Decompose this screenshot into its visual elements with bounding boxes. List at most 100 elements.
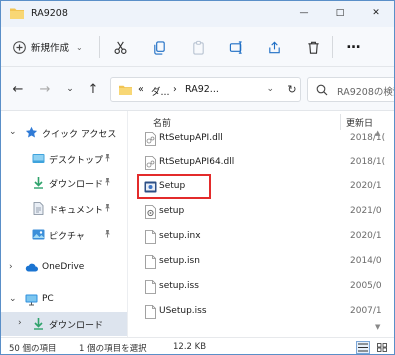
navigation-pane: ⌄ クイック アクセス デスクトップ ダウンロード ドキュメント ピクチャ › … xyxy=(1,111,127,337)
file-row-setup-iss[interactable]: setup.iss 2005/0 xyxy=(128,275,383,299)
status-item-count: 50 個の項目 xyxy=(9,344,57,354)
address-overflow[interactable]: « xyxy=(138,84,144,95)
back-button[interactable]: ← xyxy=(9,80,27,98)
sidebar-item-label: デスクトップ xyxy=(49,156,104,166)
file-date: 2020/1 xyxy=(350,181,382,191)
status-size: 12.2 KB xyxy=(173,342,207,352)
sidebar-item-quick-access[interactable]: ⌄ クイック アクセス xyxy=(1,121,127,145)
chevron-down-icon[interactable]: ⌄ xyxy=(9,294,17,304)
annotation-highlight-box xyxy=(137,174,211,199)
file-date: 2018/1( xyxy=(350,157,386,167)
forward-button[interactable]: → xyxy=(36,80,54,98)
file-row-setup-isn[interactable]: setup.isn 2014/0 xyxy=(128,250,383,274)
blank-file-icon xyxy=(145,305,156,319)
pin-icon[interactable] xyxy=(103,203,112,215)
scroll-up-arrow[interactable]: ▲ xyxy=(375,129,383,137)
file-row-rtsetupapi-dll[interactable]: RtSetupAPI.dll 2018/1( xyxy=(128,127,385,151)
search-box[interactable]: RA9208の検索 xyxy=(307,77,394,102)
refresh-button[interactable]: ↻ xyxy=(284,81,300,97)
toolbar-divider xyxy=(332,36,333,58)
dll-file-icon xyxy=(145,156,156,170)
title-bar: RA9208 — □ ✕ xyxy=(1,1,394,27)
file-name: USetup.iss xyxy=(159,306,207,316)
address-segment-downloads[interactable]: ダ... xyxy=(151,84,170,98)
sidebar-item-pc-downloads[interactable]: › ダウンロード xyxy=(1,312,127,336)
file-date: 2020/1 xyxy=(350,231,382,241)
address-dropdown-icon[interactable]: ⌄ xyxy=(266,84,274,94)
folder-icon xyxy=(10,8,24,19)
window-title: RA9208 xyxy=(31,8,68,19)
navigation-bar: ← → ⌄ ↑ « ダ... › RA92... ⌄ ↻ RA9208の検索 xyxy=(1,67,394,111)
documents-icon xyxy=(33,202,44,215)
sidebar-item-label: クイック アクセス xyxy=(42,130,117,140)
file-row-usetup-iss[interactable]: USetup.iss 2007/1 xyxy=(128,300,383,324)
chevron-down-icon: ⌄ xyxy=(76,42,83,52)
close-button[interactable]: ✕ xyxy=(358,1,394,25)
sidebar-item-documents[interactable]: ドキュメント xyxy=(1,197,127,221)
download-icon xyxy=(34,318,43,330)
recent-locations-button[interactable]: ⌄ xyxy=(61,80,79,98)
up-button[interactable]: ↑ xyxy=(84,80,102,98)
share-icon[interactable] xyxy=(263,37,285,57)
rename-icon[interactable] xyxy=(225,37,247,57)
delete-icon[interactable] xyxy=(302,37,324,57)
blank-file-icon xyxy=(145,255,156,269)
blank-file-icon xyxy=(145,230,156,244)
sidebar-item-label: OneDrive xyxy=(42,262,85,272)
sidebar-item-onedrive[interactable]: › OneDrive xyxy=(1,256,127,280)
sidebar-item-label: ダウンロード xyxy=(49,321,104,331)
file-date: 2007/1 xyxy=(350,306,382,316)
file-row-rtsetupapi64-dll[interactable]: RtSetupAPI64.dll 2018/1( xyxy=(128,151,386,175)
address-segment-ra9208[interactable]: RA92... xyxy=(185,84,219,95)
pictures-icon xyxy=(32,229,45,240)
star-icon xyxy=(25,126,38,138)
chevron-right-icon[interactable]: › xyxy=(18,318,22,328)
new-button-label: 新規作成 xyxy=(31,43,70,54)
details-view-button[interactable] xyxy=(356,341,370,354)
file-name: setup.isn xyxy=(159,256,200,266)
chevron-right-icon[interactable]: › xyxy=(9,262,13,272)
sidebar-item-pictures[interactable]: ピクチャ xyxy=(1,223,127,247)
more-options-button[interactable]: … xyxy=(343,37,365,57)
cut-icon[interactable] xyxy=(109,37,131,57)
plus-icon xyxy=(13,40,26,54)
pc-icon xyxy=(25,294,38,306)
file-name: RtSetupAPI.dll xyxy=(159,133,223,143)
maximize-button[interactable]: □ xyxy=(322,1,358,25)
file-name: setup.iss xyxy=(159,281,199,291)
sidebar-item-label: PC xyxy=(42,294,54,304)
cloud-icon xyxy=(25,263,38,272)
file-date: 2005/0 xyxy=(350,281,382,291)
sidebar-item-downloads[interactable]: ダウンロード xyxy=(1,171,127,195)
paste-icon[interactable] xyxy=(187,37,209,57)
pin-icon[interactable] xyxy=(103,229,112,241)
search-icon xyxy=(316,84,328,96)
file-explorer-window: RA9208 — □ ✕ 新規作成 ⌄ … ← → ⌄ ↑ « ダ... › R… xyxy=(0,0,395,355)
status-bar: 50 個の項目 1 個の項目を選択 12.2 KB xyxy=(1,337,394,354)
large-icons-view-button[interactable] xyxy=(375,341,389,354)
sidebar-item-desktop[interactable]: デスクトップ xyxy=(1,147,127,171)
file-date: 2021/0 xyxy=(350,206,382,216)
chevron-down-icon[interactable]: ⌄ xyxy=(9,127,17,137)
minimize-button[interactable]: — xyxy=(286,1,322,25)
file-row-setup-config[interactable]: setup 2021/0 xyxy=(128,200,383,224)
chevron-right-icon: › xyxy=(173,84,177,95)
file-name: setup xyxy=(159,206,185,216)
status-selection: 1 個の項目を選択 xyxy=(79,344,147,354)
toolbar-divider xyxy=(99,36,100,58)
folder-icon xyxy=(119,85,132,95)
pin-icon[interactable] xyxy=(103,177,112,189)
scroll-down-arrow[interactable]: ▼ xyxy=(375,323,383,331)
search-input[interactable]: RA9208の検索 xyxy=(337,84,394,98)
copy-icon[interactable] xyxy=(148,37,170,57)
new-button[interactable]: 新規作成 ⌄ xyxy=(13,37,83,57)
sidebar-item-pc[interactable]: ⌄ PC xyxy=(1,288,127,312)
sidebar-item-label: ピクチャ xyxy=(49,232,85,242)
pin-icon[interactable] xyxy=(103,153,112,165)
sidebar-item-label: ドキュメント xyxy=(49,206,104,216)
file-date: 2014/0 xyxy=(350,256,382,266)
file-row-setup-inx[interactable]: setup.inx 2020/1 xyxy=(128,225,383,249)
sidebar-item-label: ダウンロード xyxy=(49,180,104,190)
desktop-icon xyxy=(32,154,45,163)
address-bar[interactable]: « ダ... › RA92... ⌄ xyxy=(110,77,301,102)
